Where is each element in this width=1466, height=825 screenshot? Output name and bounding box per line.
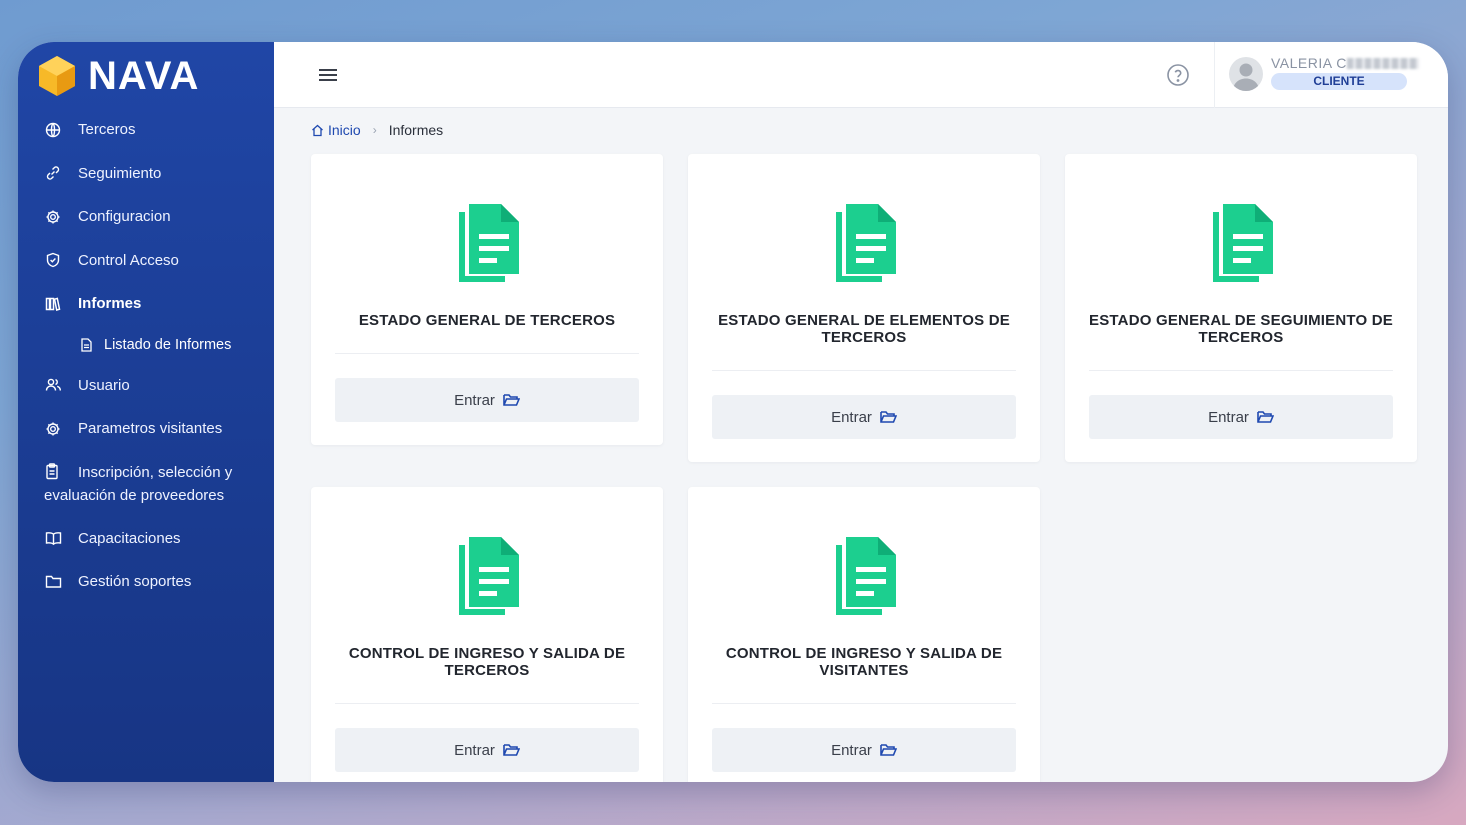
report-document-icon <box>1213 204 1273 282</box>
shield-icon <box>44 251 62 269</box>
sidebar-item-usuario[interactable]: Usuario <box>18 364 274 408</box>
sidebar-item-label: Terceros <box>78 121 136 139</box>
report-card: ESTADO GENERAL DE TERCEROS Entrar <box>311 154 663 445</box>
redacted-name <box>1346 58 1419 69</box>
users-icon <box>44 376 62 394</box>
sidebar-item-gestion-soportes[interactable]: Gestión soportes <box>18 560 274 604</box>
folder-open-icon <box>503 744 520 756</box>
help-circle-icon[interactable] <box>1166 63 1190 87</box>
enter-button[interactable]: Entrar <box>712 395 1016 439</box>
card-divider <box>712 370 1016 371</box>
sidebar-item-label: Capacitaciones <box>78 529 181 547</box>
topbar: VALERIA C CLIENTE <box>274 42 1448 108</box>
breadcrumb-home[interactable]: Inicio <box>311 122 361 138</box>
folder-open-icon <box>880 744 897 756</box>
chevron-right-icon: › <box>372 123 377 137</box>
clipboard-icon <box>44 462 62 481</box>
report-document-icon <box>459 204 519 282</box>
sidebar-item-label: Seguimiento <box>78 164 162 182</box>
report-document-icon <box>836 204 896 282</box>
report-title: ESTADO GENERAL DE TERCEROS <box>358 312 616 329</box>
gear-icon <box>44 208 62 226</box>
report-document-icon <box>836 537 896 615</box>
enter-button[interactable]: Entrar <box>335 378 639 422</box>
card-divider <box>335 703 639 704</box>
sidebar: NAVA Terceros Seguimiento Configuracion <box>18 42 274 782</box>
home-icon <box>312 124 323 136</box>
sidebar-item-seguimiento[interactable]: Seguimiento <box>18 152 274 196</box>
globe-icon <box>44 121 62 139</box>
report-card: ESTADO GENERAL DE SEGUIMIENTO DE TERCERO… <box>1065 154 1417 462</box>
sidebar-item-terceros[interactable]: Terceros <box>18 108 274 152</box>
card-divider <box>335 353 639 354</box>
report-title: CONTROL DE INGRESO Y SALIDA DE VISITANTE… <box>725 645 1003 679</box>
sidebar-item-control-acceso[interactable]: Control Acceso <box>18 239 274 283</box>
sidebar-item-label: Gestión soportes <box>78 573 192 591</box>
enter-button[interactable]: Entrar <box>712 728 1016 772</box>
sidebar-nav: Terceros Seguimiento Configuracion Contr… <box>18 108 274 604</box>
sidebar-item-informes[interactable]: Informes <box>18 282 274 326</box>
enter-button[interactable]: Entrar <box>1089 395 1393 439</box>
open-book-icon <box>44 529 62 547</box>
book-stack-icon <box>44 295 62 313</box>
user-name: VALERIA C <box>1271 55 1419 71</box>
sidebar-item-configuracion[interactable]: Configuracion <box>18 195 274 239</box>
sidebar-subitem-listado-informes[interactable]: Listado de Informes <box>18 326 274 364</box>
brand-logo[interactable]: NAVA <box>38 54 199 98</box>
avatar[interactable] <box>1229 57 1263 91</box>
report-document-icon <box>459 537 519 615</box>
user-divider <box>1214 42 1215 108</box>
sidebar-item-label: Listado de Informes <box>104 336 232 353</box>
brand-name: NAVA <box>88 53 200 98</box>
link-icon <box>44 164 62 182</box>
hamburger-icon[interactable] <box>318 66 338 84</box>
report-title: ESTADO GENERAL DE SEGUIMIENTO DE TERCERO… <box>1089 312 1393 346</box>
report-title: CONTROL DE INGRESO Y SALIDA DE TERCEROS <box>348 645 626 679</box>
document-icon <box>80 337 94 352</box>
sidebar-item-label: Usuario <box>78 376 130 394</box>
folder-open-icon <box>1257 411 1274 423</box>
report-card: ESTADO GENERAL DE ELEMENTOS DE TERCEROS … <box>688 154 1040 462</box>
report-card: CONTROL DE INGRESO Y SALIDA DE TERCEROS … <box>311 487 663 782</box>
enter-button[interactable]: Entrar <box>335 728 639 772</box>
app-window: NAVA Terceros Seguimiento Configuracion <box>18 42 1448 782</box>
sidebar-item-capacitaciones[interactable]: Capacitaciones <box>18 517 274 561</box>
sidebar-item-label: Configuracion <box>78 208 171 226</box>
breadcrumb-current: Informes <box>388 122 444 138</box>
folder-open-icon <box>503 394 520 406</box>
sidebar-item-proveedores[interactable]: Inscripción, selección y evaluación de p… <box>18 451 274 517</box>
card-divider <box>712 703 1016 704</box>
sidebar-item-label: Informes <box>78 295 142 313</box>
report-title: ESTADO GENERAL DE ELEMENTOS DE TERCEROS <box>718 312 1010 346</box>
sidebar-item-label: Parametros visitantes <box>78 420 223 438</box>
hexagon-logo-icon <box>39 56 75 96</box>
breadcrumb: Inicio › Informes <box>311 122 443 138</box>
sidebar-item-label: Inscripción, selección y evaluación de p… <box>44 463 233 504</box>
folder-open-icon <box>880 411 897 423</box>
report-card: CONTROL DE INGRESO Y SALIDA DE VISITANTE… <box>688 487 1040 782</box>
card-divider <box>1089 370 1393 371</box>
sidebar-item-label: Control Acceso <box>78 251 179 269</box>
folder-icon <box>44 573 62 591</box>
sidebar-item-parametros-visitantes[interactable]: Parametros visitantes <box>18 407 274 451</box>
role-badge: CLIENTE <box>1271 73 1407 90</box>
gear-icon <box>44 420 62 438</box>
